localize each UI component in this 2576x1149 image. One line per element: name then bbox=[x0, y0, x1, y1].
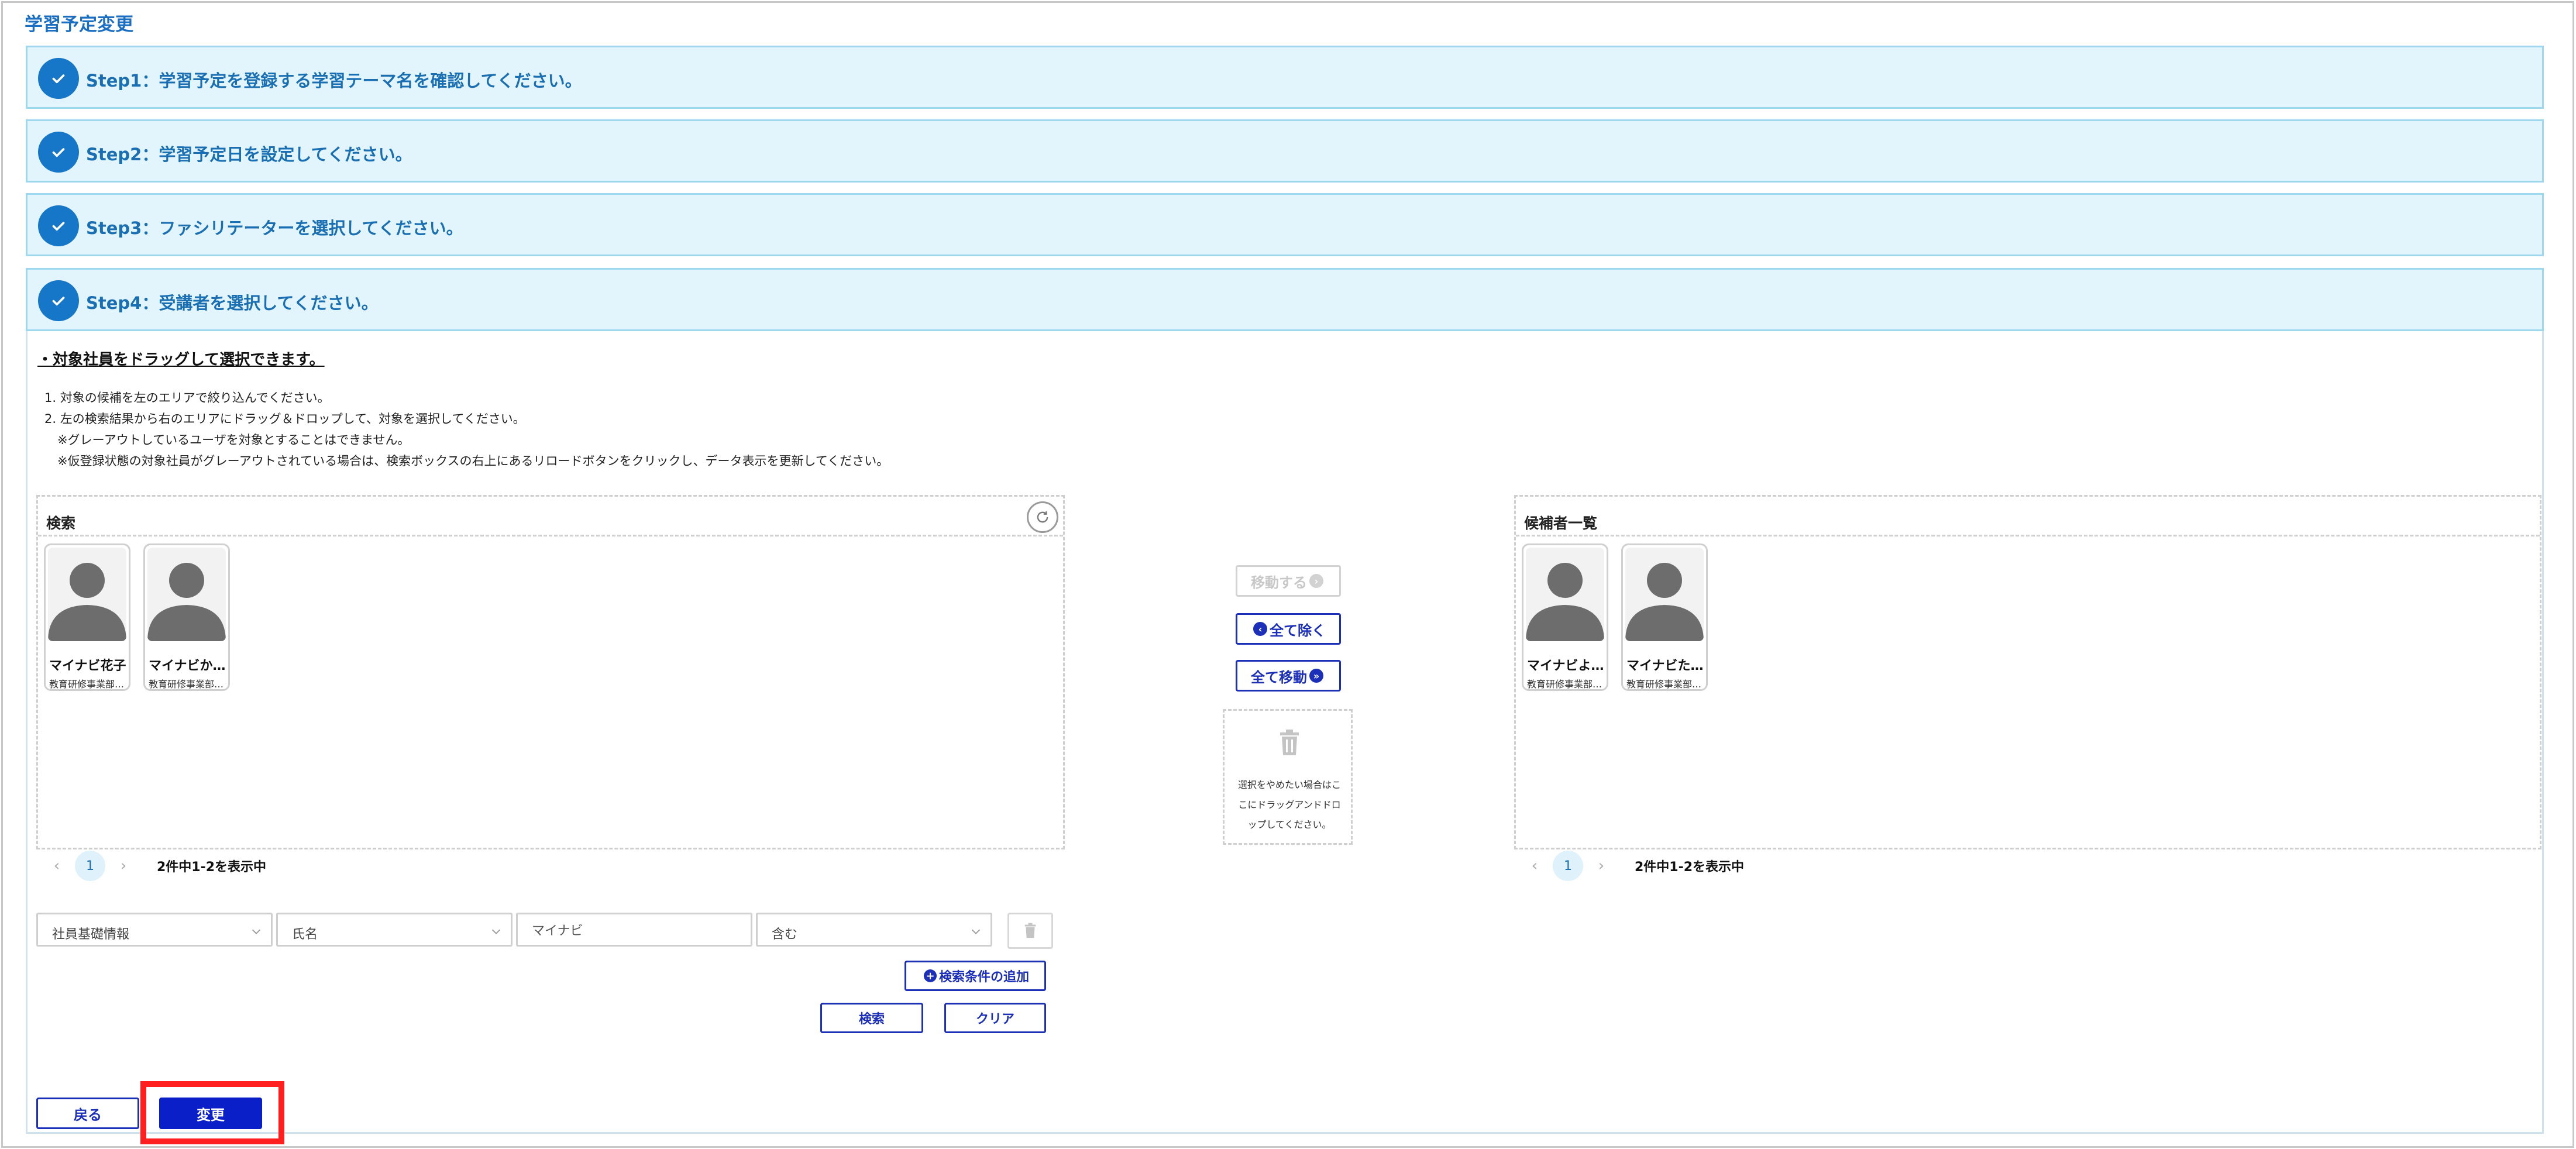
category-select[interactable]: 社員基礎情報 bbox=[36, 913, 273, 947]
chevron-down-icon bbox=[252, 929, 261, 934]
instruction-line: 2. 左の検索結果から右のエリアにドラッグ＆ドロップして、対象を選択してください… bbox=[44, 412, 525, 426]
trash-icon bbox=[1278, 730, 1301, 759]
double-chevron-right-icon: » bbox=[1309, 669, 1323, 683]
drop-zone-text: 選択をやめたい場合はここにドラッグアンドドロップしてください。 bbox=[1237, 779, 1341, 830]
page-title: 学習予定変更 bbox=[25, 14, 133, 35]
move-all-label: 全て移動 bbox=[1251, 669, 1307, 686]
avatar bbox=[48, 548, 126, 641]
candidate-panel-header: 候補者一覧 bbox=[1516, 497, 2540, 536]
card-department: 教育研修事業部… bbox=[1527, 679, 1602, 690]
check-icon bbox=[38, 132, 79, 173]
add-condition-label: 検索条件の追加 bbox=[938, 970, 1029, 985]
field-select[interactable]: 氏名 bbox=[276, 913, 513, 947]
card-name: マイナビた… bbox=[1626, 659, 1704, 673]
clear-button[interactable]: クリア bbox=[944, 1003, 1046, 1033]
back-button[interactable]: 戻る bbox=[36, 1098, 139, 1129]
move-button-label: 移動する bbox=[1251, 574, 1307, 591]
employee-card[interactable]: マイナビ花子 教育研修事業部… bbox=[44, 543, 130, 691]
check-icon bbox=[38, 280, 79, 321]
check-icon bbox=[38, 58, 79, 99]
candidate-card[interactable]: マイナビよ… 教育研修事業部… bbox=[1522, 543, 1608, 691]
back-button-label: 戻る bbox=[74, 1106, 102, 1123]
reload-icon bbox=[1037, 511, 1048, 523]
search-button-label: 検索 bbox=[858, 1012, 885, 1027]
card-name: マイナビよ… bbox=[1527, 659, 1604, 673]
candidate-card[interactable]: マイナビた… 教育研修事業部… bbox=[1621, 543, 1708, 691]
add-condition-button[interactable]: + 検索条件の追加 bbox=[904, 961, 1046, 991]
avatar bbox=[1625, 548, 1704, 641]
result-count: 2件中1-2を表示中 bbox=[1635, 860, 1745, 875]
step-1-label: Step1：学習予定を登録する学習テーマ名を確認してください。 bbox=[86, 71, 582, 91]
instruction-line: 1. 対象の候補を左のエリアで絞り込んでください。 bbox=[44, 391, 330, 405]
chevron-down-icon bbox=[491, 929, 501, 934]
card-name: マイナビ花子 bbox=[49, 659, 126, 673]
candidate-list-panel[interactable]: 候補者一覧 マイナビよ… 教育研修事業部… マイナビた… 教育研修事業部… bbox=[1514, 495, 2541, 849]
card-department: 教育研修事業部… bbox=[149, 679, 224, 690]
instruction-note: ※グレーアウトしているユーザを対象とすることはできません。 bbox=[57, 433, 410, 447]
step-2-header[interactable]: Step2：学習予定日を設定してください。 bbox=[26, 119, 2544, 183]
step-4-label: Step4：受講者を選択してください。 bbox=[86, 293, 379, 313]
avatar bbox=[147, 548, 226, 641]
search-keyword-input[interactable] bbox=[516, 913, 752, 947]
step-3-header[interactable]: Step3：ファシリテーターを選択してください。 bbox=[26, 193, 2544, 256]
highlight-box bbox=[140, 1081, 284, 1144]
page-number-button[interactable]: 1 bbox=[1553, 851, 1583, 881]
check-icon bbox=[38, 205, 79, 246]
move-all-button[interactable]: 全て移動» bbox=[1236, 660, 1341, 692]
step-3-label: Step3：ファシリテーターを選択してください。 bbox=[86, 218, 463, 238]
delete-condition-button[interactable] bbox=[1007, 913, 1053, 949]
condition-select-value: 含む bbox=[772, 927, 798, 942]
step-1-header[interactable]: Step1：学習予定を登録する学習テーマ名を確認してください。 bbox=[26, 46, 2544, 109]
search-panel-header: 検索 bbox=[38, 497, 1063, 536]
drag-instruction-title: ・対象社員をドラッグして選択できます。 bbox=[37, 351, 325, 369]
card-department: 教育研修事業部… bbox=[1626, 679, 1702, 690]
prev-page-button[interactable]: ‹ bbox=[1527, 857, 1542, 875]
card-department: 教育研修事業部… bbox=[49, 679, 125, 690]
category-select-value: 社員基礎情報 bbox=[52, 927, 130, 942]
step-2-label: Step2：学習予定日を設定してください。 bbox=[86, 145, 412, 164]
chevron-right-icon: › bbox=[1309, 574, 1323, 588]
plus-icon: + bbox=[923, 969, 937, 982]
trash-icon bbox=[1024, 923, 1036, 938]
page-number-button[interactable]: 1 bbox=[75, 851, 105, 881]
chevron-left-icon: ‹ bbox=[1253, 622, 1267, 636]
step-4-header[interactable]: Step4：受講者を選択してください。 bbox=[26, 268, 2544, 331]
field-select-value: 氏名 bbox=[292, 927, 318, 942]
reload-button[interactable] bbox=[1027, 501, 1058, 533]
condition-select[interactable]: 含む bbox=[756, 913, 992, 947]
search-pagination: ‹ 1 › 2件中1-2を表示中 bbox=[49, 851, 266, 881]
result-count: 2件中1-2を表示中 bbox=[157, 860, 267, 875]
clear-button-label: クリア bbox=[975, 1012, 1014, 1027]
card-name: マイナビか… bbox=[149, 659, 226, 673]
move-button[interactable]: 移動する › bbox=[1236, 565, 1341, 597]
candidate-panel-title: 候補者一覧 bbox=[1524, 515, 1598, 532]
next-page-button[interactable]: › bbox=[116, 857, 131, 875]
search-panel-title: 検索 bbox=[46, 515, 76, 532]
candidate-pagination: ‹ 1 › 2件中1-2を表示中 bbox=[1527, 851, 1744, 881]
remove-drop-zone[interactable]: 選択をやめたい場合はここにドラッグアンドドロップしてください。 bbox=[1223, 709, 1353, 845]
avatar bbox=[1526, 548, 1604, 641]
employee-card[interactable]: マイナビか… 教育研修事業部… bbox=[143, 543, 230, 691]
search-results-panel[interactable]: 検索 マイナビ花子 教育研修事業部… マイナビか… 教育研修事業部… bbox=[36, 495, 1065, 849]
search-button[interactable]: 検索 bbox=[820, 1003, 923, 1033]
instruction-note: ※仮登録状態の対象社員がグレーアウトされている場合は、検索ボックスの右上にあるリ… bbox=[57, 454, 889, 468]
remove-all-button[interactable]: ‹ 全て除く bbox=[1236, 613, 1341, 645]
prev-page-button[interactable]: ‹ bbox=[49, 857, 64, 875]
remove-all-label: 全て除く bbox=[1270, 622, 1326, 639]
next-page-button[interactable]: › bbox=[1594, 857, 1609, 875]
chevron-down-icon bbox=[971, 929, 981, 934]
